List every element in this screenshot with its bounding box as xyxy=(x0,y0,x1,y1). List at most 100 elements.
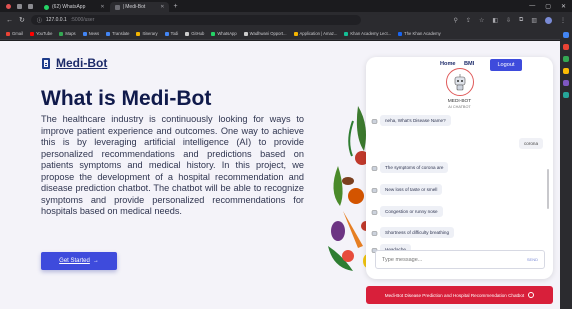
banner-text: Medi-Bot Disease Prediction and Hospital… xyxy=(384,292,525,298)
translate-icon[interactable]: ⚲ xyxy=(454,17,458,24)
bot-name: MEDI-BOT xyxy=(447,99,472,104)
bot-message: Shortness of difficulty breathing xyxy=(380,227,455,238)
send-button[interactable]: SEND xyxy=(527,257,538,262)
side-extension-icon[interactable] xyxy=(563,68,569,74)
bookmark-label: Todi xyxy=(170,31,179,36)
side-extension-icon[interactable] xyxy=(563,44,569,50)
close-tab-icon[interactable]: ✕ xyxy=(100,4,104,10)
bookmark-favicon-icon xyxy=(136,31,141,36)
clipboard-icon xyxy=(42,57,50,69)
side-extension-icon[interactable] xyxy=(563,32,569,38)
tab-groups-icon[interactable] xyxy=(17,3,22,9)
bookmark-item[interactable]: News xyxy=(82,31,100,36)
browser-profile-icon[interactable] xyxy=(6,3,11,9)
bookmark-item[interactable]: Maps xyxy=(59,31,76,36)
bookmark-item[interactable]: The Khan Academy xyxy=(398,31,441,36)
bookmark-label: WhatsApp xyxy=(217,31,237,36)
share-icon[interactable]: ⇪ xyxy=(466,17,471,24)
bookmark-label: Translate xyxy=(112,31,130,36)
bot-mini-icon xyxy=(371,231,378,236)
maximize-icon[interactable]: ▢ xyxy=(545,3,551,10)
bookmark-favicon-icon xyxy=(164,31,169,36)
bookmark-favicon-icon xyxy=(211,31,216,36)
bookmark-label: Gmail xyxy=(12,31,23,36)
minimize-icon[interactable]: — xyxy=(529,3,535,10)
puzzle-icon[interactable]: ⧉ xyxy=(519,17,523,24)
url-host: 127.0.0.1 xyxy=(45,17,67,23)
bookmark-favicon-icon xyxy=(29,31,34,36)
bookmark-label: News xyxy=(88,31,100,36)
profile-avatar[interactable] xyxy=(545,16,552,24)
page-title: What is Medi-Bot xyxy=(41,87,212,110)
close-circle-icon[interactable] xyxy=(528,292,535,298)
bookmark-favicon-icon xyxy=(243,31,248,36)
bookmark-item[interactable]: WhatsApp xyxy=(211,31,237,36)
bookmark-item[interactable]: Wadhwani Opport... xyxy=(243,31,287,36)
menu-icon[interactable]: ⋮ xyxy=(560,17,566,24)
bot-mini-icon xyxy=(371,210,378,215)
back-icon[interactable]: ← xyxy=(6,17,13,24)
bot-message: Congestion or runny nose xyxy=(380,206,443,217)
bookmark-item[interactable]: Application | Amaz... xyxy=(293,31,338,36)
side-extension-icon[interactable] xyxy=(563,92,569,98)
bookmark-favicon-icon xyxy=(6,31,10,36)
user-message: corona xyxy=(518,138,543,149)
bookmark-star-icon[interactable]: ☆ xyxy=(479,17,484,24)
window-icons xyxy=(0,3,39,9)
web-page: Medi-Bot What is Medi-Bot The healthcare… xyxy=(0,41,560,309)
bookmark-label: Khan Academy Lect... xyxy=(350,31,392,36)
bookmark-item[interactable]: Itinerary xyxy=(136,31,158,36)
bot-status: AI CHATBOT xyxy=(448,105,471,109)
browser-tab-bar: (62) WhatsApp ✕ | Medi-Bot ✕ + — ▢ ✕ xyxy=(0,0,572,12)
close-window-icon[interactable]: ✕ xyxy=(561,3,566,10)
arrow-right-icon: → xyxy=(92,258,99,264)
get-started-button[interactable]: Get Started → xyxy=(41,252,117,270)
side-extension-icon[interactable] xyxy=(563,80,569,86)
message-input[interactable] xyxy=(382,256,512,263)
bot-mini-icon xyxy=(371,166,378,171)
bookmark-label: Wadhwani Opport... xyxy=(249,31,287,36)
bookmark-item[interactable]: Translate xyxy=(106,31,129,36)
download-icon[interactable]: ⇩ xyxy=(506,17,511,24)
side-extension-icon[interactable] xyxy=(563,56,569,62)
bookmark-item[interactable]: Todi xyxy=(164,31,179,36)
site-logo[interactable]: Medi-Bot xyxy=(42,56,107,70)
chatbot-toggle-banner[interactable]: Medi-Bot Disease Prediction and Hospital… xyxy=(366,286,553,304)
bookmark-item[interactable]: YouTube xyxy=(29,31,52,36)
bookmark-item[interactable]: Khan Academy Lect... xyxy=(344,31,391,36)
bookmark-favicon-icon xyxy=(344,31,349,36)
nav-bmi-link[interactable]: BMI xyxy=(464,61,474,67)
bot-message: The symptoms of corona are xyxy=(380,162,449,173)
bookmarks-bar: Gmail YouTube Maps News Translate Itinerary To… xyxy=(0,28,572,40)
reload-icon[interactable]: ↻ xyxy=(19,16,25,24)
workspaces-icon[interactable] xyxy=(28,3,33,9)
tab-medibot[interactable]: | Medi-Bot ✕ xyxy=(109,2,170,12)
bookmark-label: Maps xyxy=(65,31,76,36)
bookmark-label: The Khan Academy xyxy=(404,31,441,36)
window-controls: — ▢ ✕ xyxy=(529,3,572,10)
extension-icon[interactable]: ◧ xyxy=(492,17,498,24)
chat-scrollbar[interactable] xyxy=(547,169,549,209)
message-input-box[interactable]: SEND xyxy=(375,250,545,269)
nav-home-link[interactable]: Home xyxy=(440,61,456,67)
bookmark-favicon-icon xyxy=(185,31,190,36)
browser-toolbar: ← ↻ ⓘ 127.0.0.1:5000/user ⚲ ⇪ ☆ ◧ ⇩ ⧉ ▥ … xyxy=(0,12,572,28)
bookmark-item[interactable]: GitHub xyxy=(185,31,204,36)
bookmark-label: Application | Amaz... xyxy=(299,31,338,36)
new-tab-button[interactable]: + xyxy=(169,3,181,10)
tab-label: (62) WhatsApp xyxy=(52,4,86,10)
close-tab-icon[interactable]: ✕ xyxy=(160,4,164,10)
bookmark-item[interactable]: Gmail xyxy=(6,31,23,36)
bot-mini-icon xyxy=(371,188,378,193)
address-bar[interactable]: ⓘ 127.0.0.1:5000/user xyxy=(30,15,361,25)
logo-text: Medi-Bot xyxy=(56,56,108,70)
tab-whatsapp[interactable]: (62) WhatsApp ✕ xyxy=(39,2,110,12)
bookmark-favicon-icon xyxy=(398,31,403,36)
bookmark-favicon-icon xyxy=(82,31,87,36)
bot-message: neha, What's Disease Name? xyxy=(380,115,451,126)
logout-button[interactable]: Logout xyxy=(490,59,522,71)
chatbot-panel: Home BMI Logout MEDI-BOT AI CHATBOT neha… xyxy=(366,57,553,279)
sidebar-icon[interactable]: ▥ xyxy=(531,17,537,24)
site-info-icon[interactable]: ⓘ xyxy=(37,17,42,24)
bookmark-favicon-icon xyxy=(106,31,111,36)
